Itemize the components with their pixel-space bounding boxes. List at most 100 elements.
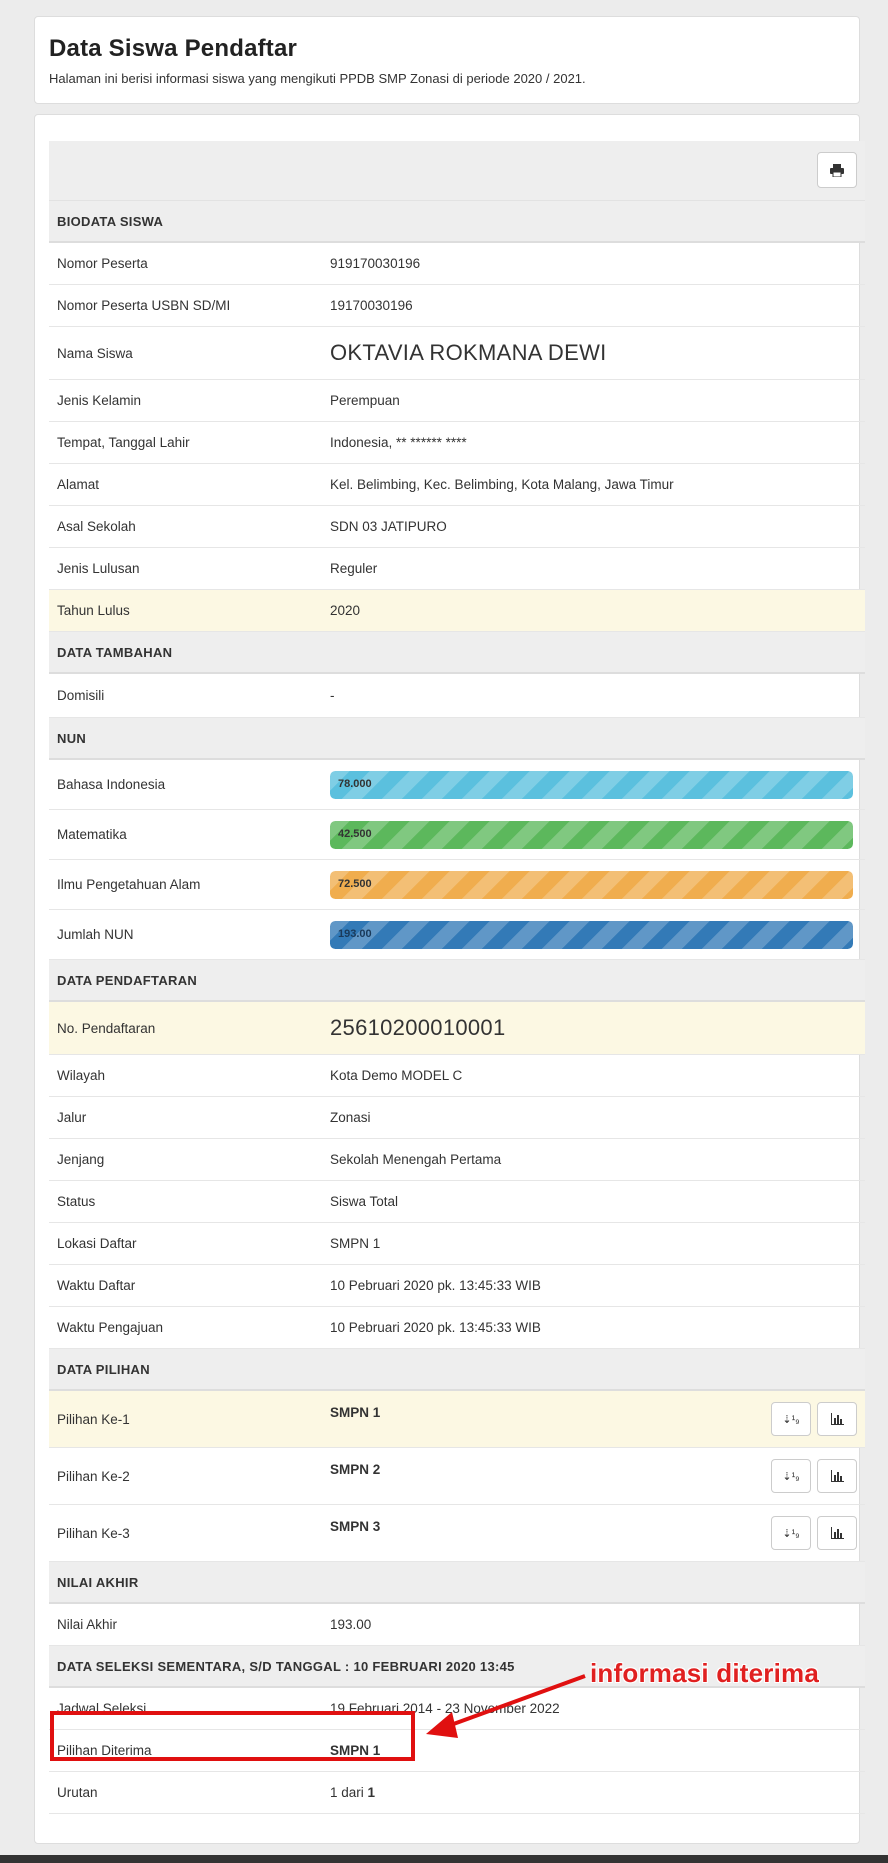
row-label: Urutan bbox=[57, 1785, 98, 1800]
row-label: Domisili bbox=[57, 688, 105, 703]
row-pilihan-1: Pilihan Ke-1 SMPN 1 ⇣¹₉ bbox=[49, 1391, 865, 1448]
row-nilai-akhir: Nilai Akhir 193.00 bbox=[49, 1604, 865, 1646]
row-label: Tempat, Tanggal Lahir bbox=[57, 435, 190, 450]
row-label: Jenjang bbox=[57, 1152, 105, 1167]
score-value: 78.000 bbox=[338, 777, 372, 790]
stats-button[interactable] bbox=[817, 1459, 857, 1493]
row-label: Nilai Akhir bbox=[57, 1617, 118, 1632]
ranking-button[interactable]: ⇣¹₉ bbox=[771, 1516, 811, 1550]
section-pendaftaran: DATA PENDAFTARAN bbox=[49, 960, 865, 1002]
section-tambahan: DATA TAMBAHAN bbox=[49, 632, 865, 674]
print-button[interactable] bbox=[817, 152, 857, 188]
row-wilayah: Wilayah Kota Demo MODEL C bbox=[49, 1055, 865, 1097]
row-nama-siswa: Nama Siswa OKTAVIA ROKMANA DEWI bbox=[49, 327, 865, 380]
print-icon bbox=[830, 163, 844, 177]
annotation-highlight-box bbox=[50, 1711, 415, 1761]
score-bar: 72.500 bbox=[330, 870, 853, 899]
row-ttl: Tempat, Tanggal Lahir Indonesia, ** ****… bbox=[49, 422, 865, 464]
table-toolbar bbox=[49, 141, 865, 201]
row-tahun-lulus: Tahun Lulus 2020 bbox=[49, 590, 865, 632]
sort-numeric-icon: ⇣¹₉ bbox=[782, 1527, 800, 1540]
row-asal-sekolah: Asal Sekolah SDN 03 JATIPURO bbox=[49, 506, 865, 548]
footer-bar bbox=[0, 1855, 888, 1863]
score-bar: 78.000 bbox=[330, 770, 853, 799]
row-jalur: Jalur Zonasi bbox=[49, 1097, 865, 1139]
row-value: SMPN 1 bbox=[330, 1236, 381, 1251]
annotation-text: informasi diterima bbox=[590, 1658, 819, 1688]
school-choice: SMPN 1 bbox=[330, 1405, 381, 1420]
row-value: 2020 bbox=[330, 603, 361, 618]
row-value: 19170030196 bbox=[330, 298, 413, 313]
row-label: Jalur bbox=[57, 1110, 87, 1125]
section-pilihan: DATA PILIHAN bbox=[49, 1349, 865, 1391]
page-header: Data Siswa Pendaftar Halaman ini berisi … bbox=[34, 16, 860, 104]
row-value: Sekolah Menengah Pertama bbox=[330, 1152, 502, 1167]
school-choice: SMPN 2 bbox=[330, 1462, 381, 1477]
rank-value: 1 dari 1 bbox=[330, 1785, 376, 1800]
row-label: Matematika bbox=[57, 827, 127, 842]
row-value: - bbox=[330, 688, 335, 703]
school-choice: SMPN 3 bbox=[330, 1519, 381, 1534]
row-label: Pilihan Ke-3 bbox=[57, 1525, 130, 1541]
row-label: Bahasa Indonesia bbox=[57, 777, 166, 792]
section-nilai: NILAI AKHIR bbox=[49, 1562, 865, 1604]
section-biodata: BIODATA SISWA bbox=[49, 201, 865, 243]
row-label: Waktu Daftar bbox=[57, 1278, 136, 1293]
score-bar: 42.500 bbox=[330, 820, 853, 849]
row-value: 193.00 bbox=[330, 1617, 372, 1632]
row-value: Perempuan bbox=[330, 393, 400, 408]
ranking-button[interactable]: ⇣¹₉ bbox=[771, 1402, 811, 1436]
score-value: 42.500 bbox=[338, 827, 372, 840]
row-pilihan-3: Pilihan Ke-3 SMPN 3 ⇣¹₉ bbox=[49, 1505, 865, 1562]
student-detail-panel: BIODATA SISWA Nomor Peserta 919170030196… bbox=[34, 114, 865, 1844]
row-jenis-lulusan: Jenis Lulusan Reguler bbox=[49, 548, 865, 590]
row-label: Jumlah NUN bbox=[57, 927, 134, 942]
row-label: Jenis Kelamin bbox=[57, 393, 142, 408]
score-value: 193.00 bbox=[338, 927, 372, 940]
bar-chart-icon bbox=[831, 1527, 844, 1539]
row-label: No. Pendaftaran bbox=[57, 1020, 156, 1036]
page-title: Data Siswa Pendaftar bbox=[49, 35, 298, 62]
row-waktu-pengajuan: Waktu Pengajuan 10 Pebruari 2020 pk. 13:… bbox=[49, 1307, 865, 1349]
row-value: Zonasi bbox=[330, 1110, 371, 1125]
page: Data Siswa Pendaftar Halaman ini berisi … bbox=[12, 10, 876, 1853]
score-value: 72.500 bbox=[338, 877, 372, 890]
student-name: OKTAVIA ROKMANA DEWI bbox=[330, 340, 607, 365]
row-value: Kel. Belimbing, Kec. Belimbing, Kota Mal… bbox=[330, 477, 674, 492]
row-label: Asal Sekolah bbox=[57, 519, 136, 534]
ranking-button[interactable]: ⇣¹₉ bbox=[771, 1459, 811, 1493]
row-nomor-peserta: Nomor Peserta 919170030196 bbox=[49, 243, 865, 285]
row-domisili: Domisili - bbox=[49, 674, 865, 718]
row-label: Lokasi Daftar bbox=[57, 1236, 137, 1251]
row-urutan: Urutan 1 dari 1 bbox=[49, 1772, 865, 1814]
row-status: Status Siswa Total bbox=[49, 1181, 865, 1223]
row-waktu-daftar: Waktu Daftar 10 Pebruari 2020 pk. 13:45:… bbox=[49, 1265, 865, 1307]
row-label: Status bbox=[57, 1194, 96, 1209]
row-label: Pilihan Ke-1 bbox=[57, 1411, 130, 1427]
row-value: Indonesia, ** ****** **** bbox=[330, 435, 467, 450]
row-value: 10 Pebruari 2020 pk. 13:45:33 WIB bbox=[330, 1278, 541, 1293]
page-subtitle: Halaman ini berisi informasi siswa yang … bbox=[49, 71, 586, 86]
row-alamat: Alamat Kel. Belimbing, Kec. Belimbing, K… bbox=[49, 464, 865, 506]
row-jenis-kelamin: Jenis Kelamin Perempuan bbox=[49, 380, 865, 422]
row-nun-bindo: Bahasa Indonesia 78.000 bbox=[49, 760, 865, 810]
stats-button[interactable] bbox=[817, 1516, 857, 1550]
score-bar-fill bbox=[330, 870, 853, 899]
row-value: 10 Pebruari 2020 pk. 13:45:33 WIB bbox=[330, 1320, 541, 1335]
score-bar-fill bbox=[330, 920, 853, 949]
stats-button[interactable] bbox=[817, 1402, 857, 1436]
row-pilihan-2: Pilihan Ke-2 SMPN 2 ⇣¹₉ bbox=[49, 1448, 865, 1505]
row-label: Pilihan Ke-2 bbox=[57, 1468, 130, 1484]
row-value: Siswa Total bbox=[330, 1194, 399, 1209]
row-label: Wilayah bbox=[57, 1068, 106, 1083]
bar-chart-icon bbox=[831, 1413, 844, 1425]
registration-number: 25610200010001 bbox=[330, 1015, 506, 1040]
score-bar-fill bbox=[330, 820, 853, 849]
row-value: SDN 03 JATIPURO bbox=[330, 519, 447, 534]
row-label: Alamat bbox=[57, 477, 100, 492]
detail-table: BIODATA SISWA Nomor Peserta 919170030196… bbox=[49, 141, 865, 1814]
sort-numeric-icon: ⇣¹₉ bbox=[782, 1470, 800, 1483]
sort-numeric-icon: ⇣¹₉ bbox=[782, 1413, 800, 1426]
bar-chart-icon bbox=[831, 1470, 844, 1482]
row-nun-jumlah: Jumlah NUN 193.00 bbox=[49, 910, 865, 960]
